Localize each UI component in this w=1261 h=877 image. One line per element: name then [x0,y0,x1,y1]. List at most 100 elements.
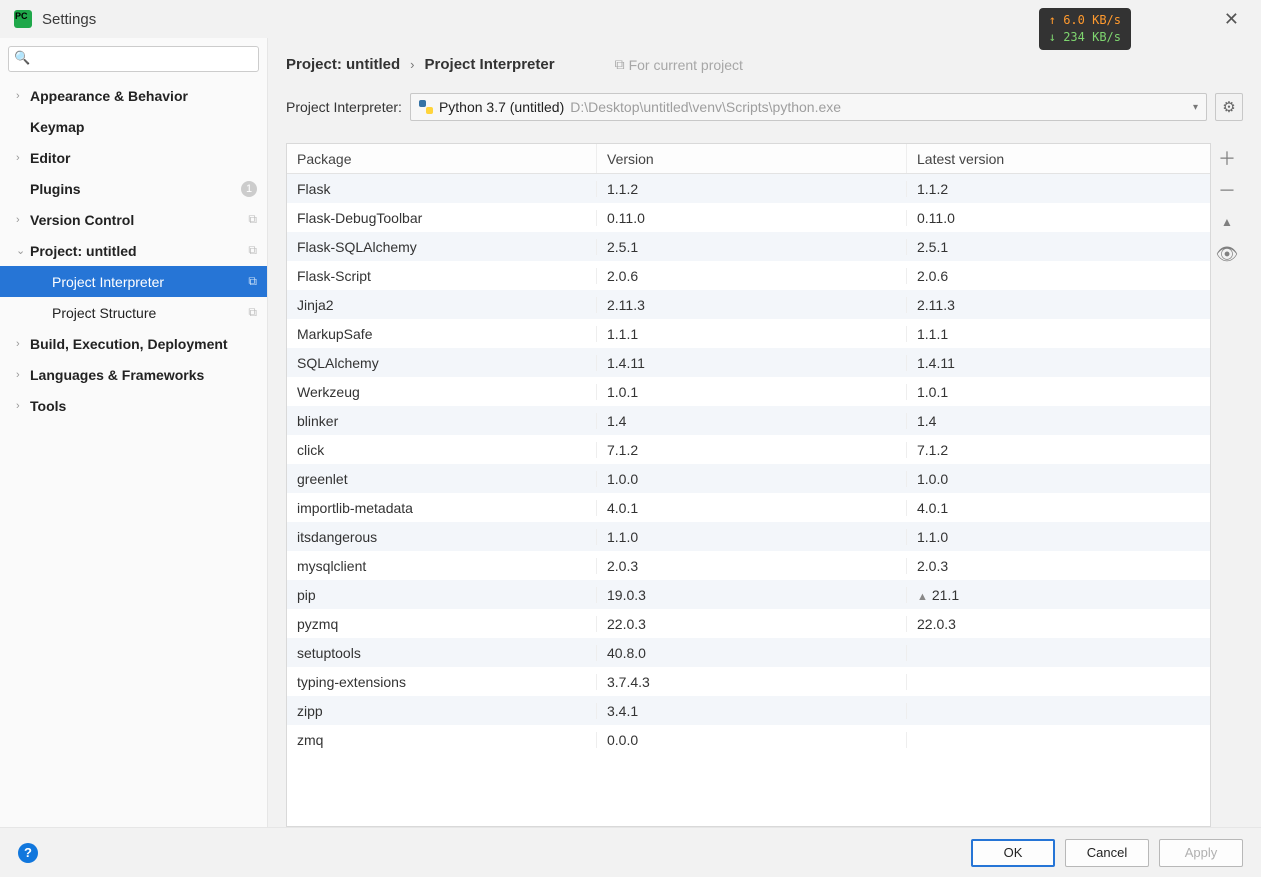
cell-version: 7.1.2 [597,442,907,458]
python-icon [419,100,433,114]
cell-package: Flask-SQLAlchemy [287,239,597,255]
sidebar-item-project-interpreter[interactable]: Project Interpreter⧉ [0,266,267,297]
upgrade-package-button[interactable]: ▲ [1221,211,1233,233]
chevron-icon: › [16,214,28,226]
cell-latest: 2.0.3 [907,558,1210,574]
cell-latest: 1.4 [907,413,1210,429]
cancel-button[interactable]: Cancel [1065,839,1149,867]
settings-window: Settings ✕ ↑ 6.0 KB/s ↓ 234 KB/s 🔍 ›Appe… [0,0,1261,877]
sidebar-item-label: Project Structure [52,305,156,321]
cell-package: Jinja2 [287,297,597,313]
apply-button: Apply [1159,839,1243,867]
help-button[interactable]: ? [18,843,38,863]
table-row[interactable]: zmq0.0.0 [287,725,1210,754]
cell-latest: 4.0.1 [907,500,1210,516]
sidebar-item-label: Project: untitled [30,243,137,259]
sidebar-item-build-execution-deployment[interactable]: ›Build, Execution, Deployment [0,328,267,359]
close-button[interactable]: ✕ [1216,7,1247,32]
chevron-right-icon: › [410,57,414,72]
sidebar-item-project-untitled[interactable]: ⌄Project: untitled ⧉ [0,235,267,266]
table-row[interactable]: Flask1.1.21.1.2 [287,174,1210,203]
table-row[interactable]: importlib-metadata4.0.14.0.1 [287,493,1210,522]
cell-latest: 7.1.2 [907,442,1210,458]
sidebar-item-appearance-behavior[interactable]: ›Appearance & Behavior [0,80,267,111]
sidebar: 🔍 ›Appearance & BehaviorKeymap›EditorPlu… [0,38,268,827]
scope-hint: ⧉ For current project [615,56,743,73]
table-row[interactable]: Jinja22.11.32.11.3 [287,290,1210,319]
cell-version: 2.11.3 [597,297,907,313]
copy-icon: ⧉ [248,305,257,320]
body: 🔍 ›Appearance & BehaviorKeymap›EditorPlu… [0,38,1261,827]
table-row[interactable]: pyzmq22.0.322.0.3 [287,609,1210,638]
cell-package: zipp [287,703,597,719]
table-row[interactable]: click7.1.27.1.2 [287,435,1210,464]
search-input[interactable] [8,46,259,72]
cell-version: 4.0.1 [597,500,907,516]
cell-latest: 2.5.1 [907,239,1210,255]
cell-version: 3.4.1 [597,703,907,719]
sidebar-item-tools[interactable]: ›Tools [0,390,267,421]
table-header: Package Version Latest version [287,144,1210,174]
cell-version: 1.0.1 [597,384,907,400]
settings-tree[interactable]: ›Appearance & BehaviorKeymap›EditorPlugi… [0,80,267,827]
cell-package: typing-extensions [287,674,597,690]
cell-version: 19.0.3 [597,587,907,603]
table-row[interactable]: mysqlclient2.0.32.0.3 [287,551,1210,580]
table-row[interactable]: greenlet1.0.01.0.0 [287,464,1210,493]
cell-package: click [287,442,597,458]
cell-latest: 1.1.0 [907,529,1210,545]
crumb-project[interactable]: Project: untitled [286,56,400,73]
table-body[interactable]: Flask1.1.21.1.2Flask-DebugToolbar0.11.00… [287,174,1210,826]
chevron-icon: ⌄ [16,244,28,257]
sidebar-item-plugins[interactable]: Plugins1 [0,173,267,204]
sidebar-item-languages-frameworks[interactable]: ›Languages & Frameworks [0,359,267,390]
cell-latest: 1.1.1 [907,326,1210,342]
table-row[interactable]: SQLAlchemy1.4.111.4.11 [287,348,1210,377]
cell-version: 1.4.11 [597,355,907,371]
chevron-icon: › [16,369,28,381]
cell-package: blinker [287,413,597,429]
interpreter-path: D:\Desktop\untitled\venv\Scripts\python.… [570,99,841,115]
table-row[interactable]: setuptools40.8.0 [287,638,1210,667]
table-row[interactable]: itsdangerous1.1.01.1.0 [287,522,1210,551]
table-row[interactable]: pip19.0.3▲21.1 [287,580,1210,609]
copy-icon: ⧉ [248,243,257,258]
sidebar-item-label: Editor [30,150,70,166]
table-row[interactable]: zipp3.4.1 [287,696,1210,725]
interpreter-settings-button[interactable]: ⚙ [1215,93,1243,121]
sidebar-item-editor[interactable]: ›Editor [0,142,267,173]
cell-version: 0.0.0 [597,732,907,748]
show-early-releases-button[interactable]: 👁 [1216,243,1239,265]
sidebar-item-version-control[interactable]: ›Version Control⧉ [0,204,267,235]
table-row[interactable]: MarkupSafe1.1.11.1.1 [287,319,1210,348]
cell-latest: 2.11.3 [907,297,1210,313]
cell-latest: 1.1.2 [907,181,1210,197]
cell-latest: 1.0.0 [907,471,1210,487]
table-row[interactable]: blinker1.41.4 [287,406,1210,435]
package-actions: ＋ － ▲ 👁 [1211,143,1243,827]
cell-version: 2.0.6 [597,268,907,284]
cell-version: 3.7.4.3 [597,674,907,690]
header-latest[interactable]: Latest version [907,144,1210,173]
sidebar-item-keymap[interactable]: Keymap [0,111,267,142]
table-row[interactable]: typing-extensions3.7.4.3 [287,667,1210,696]
table-row[interactable]: Flask-Script2.0.62.0.6 [287,261,1210,290]
interpreter-dropdown[interactable]: Python 3.7 (untitled) D:\Desktop\untitle… [410,93,1207,121]
download-speed: ↓ 234 KB/s [1049,29,1121,46]
ok-button[interactable]: OK [971,839,1055,867]
cell-version: 1.1.2 [597,181,907,197]
sidebar-item-label: Languages & Frameworks [30,367,204,383]
table-row[interactable]: Werkzeug1.0.11.0.1 [287,377,1210,406]
cell-version: 40.8.0 [597,645,907,661]
cell-latest: ▲21.1 [907,587,1210,603]
add-package-button[interactable]: ＋ [1218,147,1236,169]
cell-latest: 1.0.1 [907,384,1210,400]
cell-version: 1.0.0 [597,471,907,487]
table-row[interactable]: Flask-SQLAlchemy2.5.12.5.1 [287,232,1210,261]
header-version[interactable]: Version [597,144,907,173]
sidebar-item-project-structure[interactable]: Project Structure ⧉ [0,297,267,328]
table-row[interactable]: Flask-DebugToolbar0.11.00.11.0 [287,203,1210,232]
sidebar-item-label: Tools [30,398,66,414]
header-package[interactable]: Package [287,144,597,173]
remove-package-button[interactable]: － [1218,179,1236,201]
